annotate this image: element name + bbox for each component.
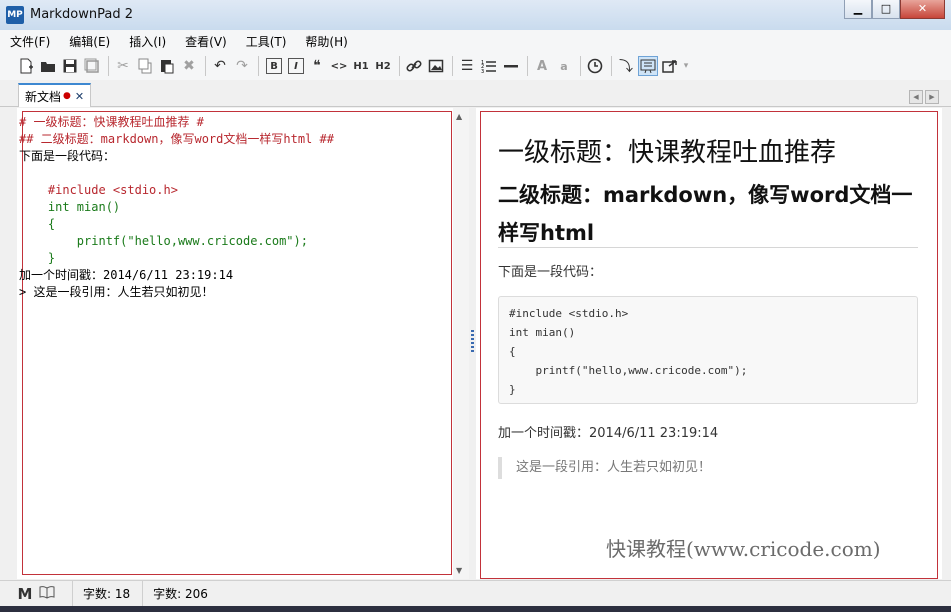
toolbar-separator [611, 56, 612, 76]
editor-line: #include <stdio.h> [19, 183, 178, 197]
editor-line: int mian() [19, 200, 121, 214]
code-icon[interactable]: <> [329, 56, 349, 76]
numbered-list-icon[interactable]: 123 [479, 56, 499, 76]
preview-heading-2: 二级标题：markdown，像写word文档一样写html [498, 183, 913, 245]
preview-paragraph: 下面是一段代码： [498, 265, 603, 280]
code-line: } [509, 383, 516, 396]
open-folder-icon[interactable] [38, 56, 58, 76]
save-icon[interactable] [60, 56, 80, 76]
tab-new-document[interactable]: 新文档 ● ✕ [18, 83, 92, 107]
splitter-grip-icon[interactable] [471, 330, 474, 354]
editor-scrollbar[interactable]: ▲ ▼ [453, 108, 469, 579]
toolbar-separator [580, 56, 581, 76]
code-line: int mian() [509, 326, 576, 339]
italic-icon[interactable]: I [288, 58, 304, 74]
heading2-icon[interactable]: H2 [373, 56, 393, 76]
window-controls: ▁ □ ✕ [844, 0, 945, 20]
toolbar-separator [205, 56, 206, 76]
preview-divider [498, 247, 918, 248]
toolbar-separator [399, 56, 400, 76]
export-icon[interactable] [660, 56, 680, 76]
close-tab-icon[interactable]: ✕ [75, 90, 84, 103]
app-logo-icon: MP [6, 6, 24, 24]
save-all-icon[interactable] [82, 56, 102, 76]
quote-icon[interactable]: ❝ [307, 56, 327, 76]
editor-line: 下面是一段代码： [19, 149, 116, 163]
toolbar-separator [452, 56, 453, 76]
unsaved-indicator-icon: ● [63, 91, 71, 101]
preview-code-block: #include <stdio.h> int mian() { printf("… [498, 296, 918, 404]
bullet-list-icon[interactable]: ☰ [457, 56, 477, 76]
editor-line: printf("hello,www.cricode.com"); [19, 234, 308, 248]
image-icon[interactable] [426, 56, 446, 76]
tab-scroll-right-icon[interactable]: ▶ [925, 90, 939, 104]
scroll-down-icon[interactable]: ▼ [456, 566, 462, 575]
code-line: printf("hello,www.cricode.com"); [509, 364, 748, 377]
watermark: 快课教程(www.cricode.com) [606, 537, 881, 561]
preview-timestamp: 加一个时间戳：2014/6/11 23:19:14 [498, 426, 719, 441]
tab-scroll-left-icon[interactable]: ◀ [909, 90, 923, 104]
bold-icon[interactable]: B [266, 58, 282, 74]
toolbar: ✂ ✖ ↶ ↷ B I ❝ <> H1 H2 ☰ 123 A a ⤵ ▾ [0, 52, 951, 80]
window-bottom-edge [0, 606, 951, 612]
editor-line: { [19, 217, 56, 231]
tab-label: 新文档 [25, 89, 62, 104]
character-count: 字数: 206 [142, 580, 220, 607]
pane-splitter[interactable] [469, 108, 476, 579]
title-bar: MP MarkdownPad 2 ▁ □ ✕ [0, 0, 951, 30]
tab-navigation: ◀ ▶ [907, 90, 939, 104]
markdown-editor[interactable]: # 一级标题：快课教程吐血推荐 # ## 二级标题：markdown，像写wor… [17, 108, 469, 579]
cut-icon[interactable]: ✂ [113, 56, 133, 76]
editor-line: ## 二级标题：markdown，像写word文档一样写html ## [19, 132, 334, 146]
menu-bar: 文件(F) 编辑(E) 插入(I) 查看(V) 工具(T) 帮助(H) [0, 30, 951, 52]
markdown-mode-icon[interactable]: M [14, 585, 36, 603]
scroll-up-icon[interactable]: ▲ [456, 112, 462, 121]
horizontal-rule-icon[interactable] [501, 56, 521, 76]
menu-edit[interactable]: 编辑(E) [67, 31, 112, 52]
editor-line: # 一级标题：快课教程吐血推荐 # [19, 115, 204, 129]
minimize-button[interactable]: ▁ [844, 0, 872, 19]
html-preview: 一级标题：快课教程吐血推荐 二级标题：markdown，像写word文档一样写h… [476, 108, 942, 579]
heading1-icon[interactable]: H1 [351, 56, 371, 76]
menu-insert[interactable]: 插入(I) [127, 31, 168, 52]
menu-help[interactable]: 帮助(H) [303, 31, 349, 52]
menu-file[interactable]: 文件(F) [8, 31, 52, 52]
editor-line: 加一个时间戳：2014/6/11 23:19:14 [19, 268, 234, 282]
document-tab-bar: 新文档 ● ✕ ◀ ▶ [0, 80, 951, 107]
maximize-button[interactable]: □ [872, 0, 900, 19]
preview-blockquote: 这是一段引用：人生若只如初见！ [498, 457, 711, 479]
menu-tools[interactable]: 工具(T) [244, 31, 289, 52]
sync-scroll-icon[interactable]: ⤵ [616, 56, 636, 76]
toolbar-separator [527, 56, 528, 76]
editor-text: # 一级标题：快课教程吐血推荐 # ## 二级标题：markdown，像写wor… [19, 114, 334, 301]
toolbar-overflow-icon[interactable]: ▾ [682, 56, 690, 76]
delete-icon[interactable]: ✖ [179, 56, 199, 76]
undo-icon[interactable]: ↶ [210, 56, 230, 76]
status-bar: M 字数: 18 字数: 206 [0, 580, 951, 607]
close-window-button[interactable]: ✕ [900, 0, 945, 19]
code-line: #include <stdio.h> [509, 307, 629, 320]
new-document-icon[interactable] [16, 56, 36, 76]
redo-icon[interactable]: ↷ [232, 56, 252, 76]
editor-line: > 这是一段引用：人生若只如初见！ [19, 285, 214, 299]
link-icon[interactable] [404, 56, 424, 76]
window-title: MarkdownPad 2 [30, 7, 134, 22]
editor-line: } [19, 251, 56, 265]
preview-heading-1: 一级标题：快课教程吐血推荐 [498, 138, 837, 168]
live-preview-icon[interactable] [638, 56, 658, 76]
paste-icon[interactable] [157, 56, 177, 76]
word-count: 字数: 18 [72, 580, 142, 607]
svg-text:3: 3 [481, 69, 484, 74]
toolbar-separator [258, 56, 259, 76]
timestamp-clock-icon[interactable] [585, 56, 605, 76]
font-larger-icon[interactable]: A [532, 56, 552, 76]
menu-view[interactable]: 查看(V) [183, 31, 229, 52]
book-icon[interactable] [36, 585, 58, 603]
copy-icon[interactable] [135, 56, 155, 76]
font-smaller-icon[interactable]: a [554, 56, 574, 76]
toolbar-separator [108, 56, 109, 76]
code-line: { [509, 345, 516, 358]
